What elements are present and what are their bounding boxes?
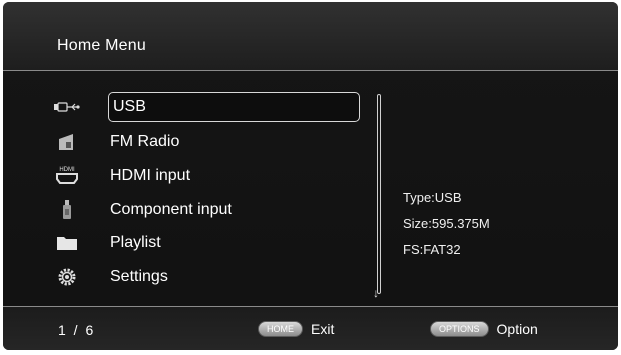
options-key-badge: OPTIONS [430, 321, 489, 337]
page-title: Home Menu [57, 37, 146, 54]
usb-icon [53, 95, 81, 119]
radio-icon [53, 130, 81, 154]
options-hint[interactable]: OPTIONS Option [430, 321, 538, 337]
header-bar: Home Menu [3, 2, 618, 71]
device-info-panel: Type:USB Size:595.375M FS:FAT32 [403, 190, 490, 268]
menu-item-hdmi-input[interactable]: HDMI HDMI input [51, 161, 363, 191]
scrollbar-track [377, 94, 381, 294]
menu-item-settings[interactable]: Settings [51, 262, 363, 292]
home-key-badge: HOME [258, 321, 303, 337]
folder-icon [53, 231, 81, 255]
menu-item-label: FM Radio [110, 133, 180, 150]
option-label: Option [496, 321, 538, 337]
gear-icon [53, 265, 81, 289]
menu-item-label: Playlist [110, 234, 161, 251]
menu-item-component-input[interactable]: Component input [51, 195, 363, 225]
menu-item-label: USB [108, 92, 360, 122]
device-size: Size:595.375M [403, 216, 490, 231]
component-plug-icon [53, 198, 81, 222]
footer-bar: 1 / 6 HOME Exit OPTIONS Option [3, 306, 618, 350]
menu-scrollbar[interactable]: ↓ [373, 94, 384, 306]
page-indicator: 1 / 6 [58, 322, 96, 338]
exit-label: Exit [311, 321, 335, 337]
menu-item-label: Settings [110, 268, 168, 285]
device-type: Type:USB [403, 190, 462, 205]
scroll-down-arrow-icon: ↓ [373, 286, 379, 300]
menu-item-playlist[interactable]: Playlist [51, 228, 363, 258]
hdmi-icon: HDMI [53, 164, 81, 188]
menu-item-fm-radio[interactable]: FM Radio [51, 127, 363, 157]
screen: Home Menu USB FM Radio HDMI HDMI input C… [3, 2, 618, 350]
menu-item-usb[interactable]: USB [51, 92, 363, 122]
home-exit-hint[interactable]: HOME Exit [258, 321, 334, 337]
device-filesystem: FS:FAT32 [403, 242, 461, 257]
menu-item-label: Component input [110, 201, 232, 218]
svg-text:HDMI: HDMI [59, 167, 75, 173]
menu-item-label: HDMI input [110, 167, 191, 184]
